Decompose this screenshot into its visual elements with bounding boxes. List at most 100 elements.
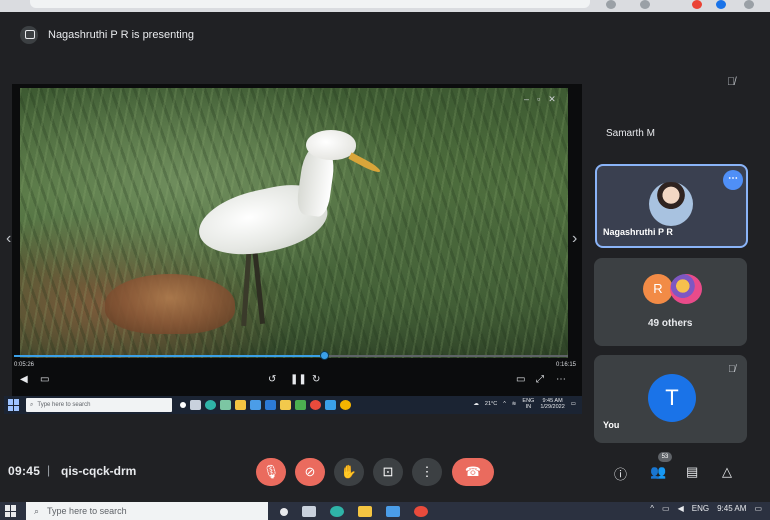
presenter-avatar (649, 182, 693, 226)
os-system-tray: ^ ▭ ◀︎ ENG 9:45 AM ▭ (650, 504, 762, 513)
account-icon[interactable] (716, 0, 726, 9)
media-player-icon[interactable] (325, 400, 336, 410)
chrome-icon[interactable] (310, 400, 321, 410)
shared-system-tray: ☁ 21°C ^ ≋ ENG IN 9:45 AM 1/29/2022 ▭ (473, 398, 576, 410)
restore-icon[interactable]: ▫ (537, 94, 540, 105)
os-clock-time[interactable]: 9:45 AM (717, 504, 746, 513)
mail-icon[interactable] (265, 400, 276, 410)
meet-screen: Nagashruthi P R is presenting ‹ › – ▫ ✕ … (0, 0, 770, 520)
tray-wifi-icon[interactable]: ≋ (512, 401, 517, 407)
present-icon: ⊡ (382, 464, 394, 479)
video-progress-handle[interactable] (320, 351, 329, 360)
shared-screen-taskbar: ⌕ Type here to search ☁ 21°C ^ ≋ ENG IN (4, 396, 582, 414)
notification-icon[interactable]: ▭ (754, 504, 762, 513)
mic-off-icon: 🎙̸ (728, 364, 736, 375)
video-progress-track[interactable] (14, 351, 568, 360)
more-vert-icon: ⋮ (420, 464, 434, 479)
minimize-icon[interactable]: – (524, 94, 529, 105)
raise-hand-button[interactable]: ✋ (334, 458, 364, 486)
os-search-placeholder: Type here to search (47, 506, 127, 516)
store-icon[interactable] (250, 400, 261, 410)
file-explorer-icon[interactable] (235, 400, 246, 410)
end-call-button[interactable]: ☎ (452, 458, 494, 486)
presenting-banner: Nagashruthi P R is presenting (20, 24, 194, 46)
chrome-icon[interactable] (414, 506, 428, 517)
store-icon[interactable] (386, 506, 400, 517)
mic-off-icon: 🎙 (262, 464, 280, 479)
camera-toggle-button[interactable]: ⊘ (295, 458, 325, 486)
meeting-code: qis-cqck-drm (61, 464, 137, 478)
close-icon[interactable]: ✕ (548, 94, 556, 105)
video-window-controls: – ▫ ✕ (524, 94, 556, 105)
you-label: You (603, 420, 620, 430)
pause-icon[interactable]: ❚❚ (290, 374, 307, 385)
info-icon[interactable]: ⓘ (614, 464, 627, 483)
fullscreen-icon[interactable]: ⤢ (536, 374, 544, 385)
weather-text: 21°C (484, 401, 498, 407)
menu-icon[interactable] (744, 0, 754, 9)
volume-tray-icon[interactable]: ◀︎ (678, 504, 684, 513)
shapes-icon[interactable]: △ (722, 464, 732, 480)
others-count-label: 49 others (648, 318, 693, 329)
cortana-icon[interactable] (280, 507, 288, 516)
language-indicator[interactable]: ENG IN (522, 398, 534, 410)
file-explorer-icon[interactable] (358, 506, 372, 517)
chrome-alt-icon[interactable] (340, 400, 351, 410)
browser-chrome-strip (0, 0, 770, 12)
vlc-icon[interactable] (280, 400, 291, 410)
present-screen-icon (20, 26, 38, 44)
participant-count-badge: 53 (658, 452, 672, 462)
star-icon[interactable] (606, 0, 616, 9)
avatar-you: T (648, 374, 696, 422)
photos-icon[interactable] (220, 400, 231, 410)
volume-icon[interactable]: ◀︎ (20, 374, 28, 385)
windows-start-icon[interactable] (8, 399, 20, 411)
more-options-menu-button[interactable]: ⋮ (412, 458, 442, 486)
app-icon[interactable] (295, 400, 306, 410)
more-options-button[interactable]: ⋯ (723, 170, 743, 190)
cast-icon[interactable]: ▭ (516, 374, 525, 385)
os-language[interactable]: ENG (692, 504, 709, 513)
search-icon: ⌕ (34, 505, 40, 516)
meeting-separator: | (47, 463, 51, 477)
battery-icon: ▭ (662, 504, 670, 513)
shared-video[interactable] (20, 88, 568, 358)
edge-icon[interactable] (205, 400, 216, 410)
extension-icon[interactable] (640, 0, 650, 9)
windows-start-icon[interactable] (5, 505, 17, 517)
profile-icon[interactable] (692, 0, 702, 9)
mic-toggle-button[interactable]: 🎙 (256, 458, 286, 486)
hand-icon: ✋ (340, 464, 358, 479)
shared-search-box[interactable]: ⌕ Type here to search (26, 398, 172, 412)
people-icon[interactable]: 👥 (650, 464, 666, 480)
avatar-r: R (643, 274, 673, 304)
tray-arrow-icon[interactable]: ^ (503, 401, 506, 407)
video-progress-fill (14, 355, 324, 357)
presenting-text: Nagashruthi P R is presenting (48, 29, 194, 41)
task-view-icon[interactable] (190, 400, 201, 410)
participant-tile-others[interactable] (594, 258, 747, 346)
present-now-button[interactable]: ⊡ (373, 458, 403, 486)
shared-clock-date: 1/29/2022 (540, 404, 565, 410)
os-search-box[interactable]: ⌕ Type here to search (26, 502, 268, 520)
address-bar[interactable] (30, 0, 590, 8)
captions-icon[interactable]: ▭ (40, 374, 49, 385)
chevron-left-icon[interactable]: ‹ (6, 230, 11, 248)
chevron-right-icon[interactable]: › (572, 230, 577, 248)
avatar-sticker (670, 274, 702, 304)
cloud-icon: ☁ (473, 401, 479, 407)
notification-icon[interactable]: ▭ (571, 401, 576, 407)
video-frame-leaves (105, 274, 235, 334)
task-view-icon[interactable] (302, 506, 316, 517)
chat-icon[interactable]: ▤ (686, 464, 698, 480)
os-taskbar-apps (280, 506, 428, 517)
cortana-icon[interactable] (180, 402, 186, 408)
presenter-name: Nagashruthi P R (603, 227, 673, 237)
rewind-icon[interactable]: ↺ (268, 374, 276, 385)
meeting-clock: 09:45 (8, 464, 41, 478)
edge-icon[interactable] (330, 506, 344, 517)
shared-clock[interactable]: 9:45 AM 1/29/2022 (540, 398, 564, 410)
more-horiz-icon[interactable]: ⋯ (556, 374, 566, 385)
tray-arrow-icon[interactable]: ^ (650, 504, 654, 513)
forward-icon[interactable]: ↻ (312, 374, 320, 385)
